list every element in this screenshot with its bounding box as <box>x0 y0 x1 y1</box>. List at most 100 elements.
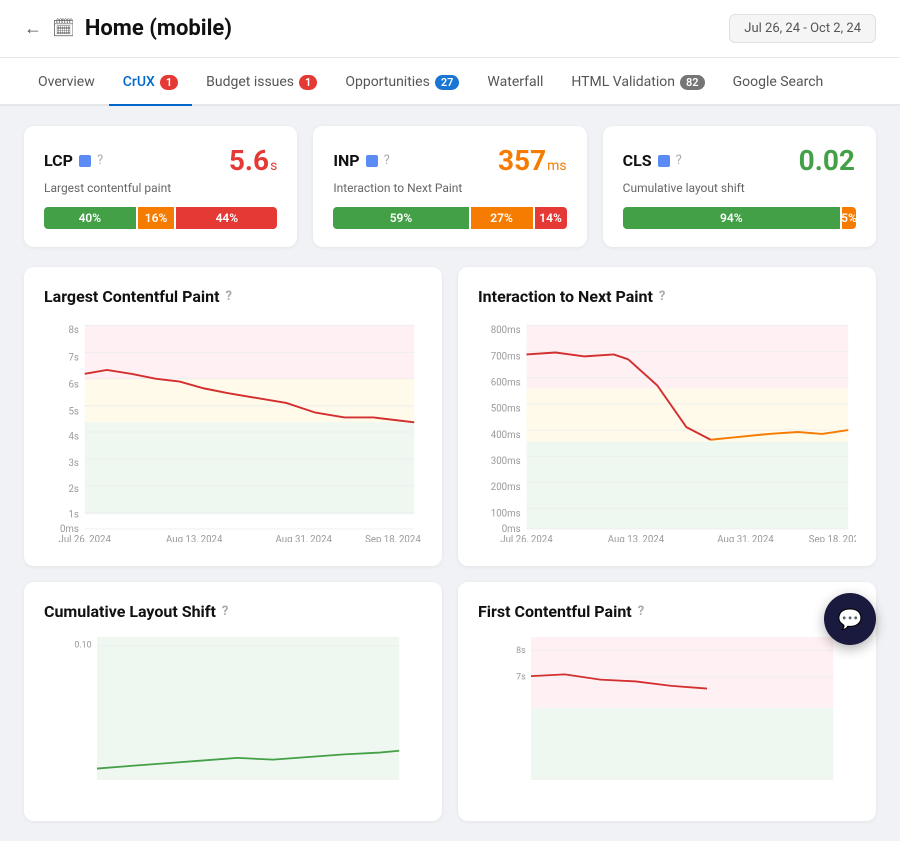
svg-text:1s: 1s <box>68 509 78 520</box>
svg-text:2s: 2s <box>68 484 78 495</box>
nav-badge: 1 <box>160 75 178 90</box>
metric-sublabel: Cumulative layout shift <box>623 181 856 195</box>
nav-label: Google Search <box>733 74 824 90</box>
svg-text:Jul 26, 2024: Jul 26, 2024 <box>58 534 111 542</box>
progress-seg-green: 40% <box>44 207 136 229</box>
metric-progress-bar: 40%16%44% <box>44 207 277 229</box>
chart-title-lcp: Largest Contentful Paint ? <box>44 287 422 306</box>
svg-text:300ms: 300ms <box>491 456 521 467</box>
metric-label-row: CLS ? <box>623 151 682 170</box>
metric-unit: ms <box>547 158 567 174</box>
metric-help-icon[interactable]: ? <box>384 153 390 168</box>
nav-item-budget-issues[interactable]: Budget issues 1 <box>192 58 331 106</box>
svg-text:3s: 3s <box>68 458 78 469</box>
chart-title-inp: Interaction to Next Paint ? <box>478 287 856 306</box>
metric-progress-bar: 59%27%14% <box>333 207 566 229</box>
metric-sublabel: Interaction to Next Paint <box>333 181 566 195</box>
svg-text:700ms: 700ms <box>491 351 521 362</box>
metric-label: CLS <box>623 151 652 170</box>
svg-text:400ms: 400ms <box>491 430 521 441</box>
calendar-icon: 🗓 <box>52 18 75 39</box>
inp-chart: 800ms 700ms 600ms 500ms 400ms 300ms 200m… <box>478 322 856 546</box>
svg-text:4s: 4s <box>68 432 78 443</box>
main-content: LCP ? 5.6s Largest contentful paint 40%1… <box>0 106 900 841</box>
progress-seg-green: 59% <box>333 207 468 229</box>
nav-item-google-search[interactable]: Google Search <box>719 58 838 106</box>
metric-color-icon <box>366 155 378 167</box>
svg-text:600ms: 600ms <box>491 377 521 388</box>
metric-help-icon[interactable]: ? <box>676 153 682 168</box>
svg-text:8s: 8s <box>68 325 78 336</box>
progress-seg-orange: 27% <box>471 207 533 229</box>
chat-fab[interactable]: 💬 <box>824 593 876 645</box>
back-button[interactable]: ← <box>24 18 42 39</box>
chart-title-fcp: First Contentful Paint ? <box>478 602 856 621</box>
svg-text:Sep 18, 2024: Sep 18, 2024 <box>809 534 856 542</box>
metric-sublabel: Largest contentful paint <box>44 181 277 195</box>
nav-label: Waterfall <box>487 74 543 90</box>
progress-seg-red: 14% <box>535 207 567 229</box>
nav-badge: 27 <box>435 75 460 90</box>
chart-card-fcp: First Contentful Paint ? 8s 7s <box>458 582 876 821</box>
metric-label-row: INP ? <box>333 151 389 170</box>
chart-card-inp: Interaction to Next Paint ? 800ms 700ms … <box>458 267 876 566</box>
svg-text:7s: 7s <box>68 352 78 363</box>
chart-card-cls: Cumulative Layout Shift ? 0.10 <box>24 582 442 821</box>
nav-item-html-validation[interactable]: HTML Validation82 <box>557 58 718 106</box>
progress-seg-orange: 5% <box>842 207 856 229</box>
inp-help-icon[interactable]: ? <box>659 289 665 304</box>
metric-value: 0.02 <box>799 144 856 177</box>
metric-label-row: LCP ? <box>44 151 103 170</box>
nav-item-opportunities[interactable]: Opportunities 27 <box>331 58 473 106</box>
metric-card-inp: INP ? 357ms Interaction to Next Paint 59… <box>313 126 586 247</box>
nav-item-waterfall[interactable]: Waterfall <box>473 58 557 106</box>
svg-text:100ms: 100ms <box>491 508 521 519</box>
svg-text:Aug 13, 2024: Aug 13, 2024 <box>166 534 223 542</box>
metric-label: LCP <box>44 151 73 170</box>
metric-value: 5.6s <box>229 144 277 177</box>
metric-card-cls: CLS ? 0.02 Cumulative layout shift 94%5% <box>603 126 876 247</box>
nav-label: Overview <box>38 74 95 90</box>
cls-help-icon[interactable]: ? <box>222 604 228 619</box>
svg-text:Aug 31, 2024: Aug 31, 2024 <box>276 534 333 542</box>
svg-text:500ms: 500ms <box>491 404 521 415</box>
chart-card-lcp: Largest Contentful Paint ? 8s 7s 6s 5s 4… <box>24 267 442 566</box>
svg-text:0ms: 0ms <box>60 524 79 535</box>
svg-text:Sep 18, 2024: Sep 18, 2024 <box>365 534 421 542</box>
progress-seg-orange: 16% <box>138 207 175 229</box>
header: ← 🗓 Home (mobile) Jul 26, 24 - Oct 2, 24 <box>0 0 900 58</box>
metric-help-icon[interactable]: ? <box>97 153 103 168</box>
header-left: ← 🗓 Home (mobile) <box>24 16 232 41</box>
page-title: Home (mobile) <box>85 16 232 41</box>
metric-header: CLS ? 0.02 <box>623 144 856 177</box>
progress-seg-green: 94% <box>623 207 840 229</box>
lcp-help-icon[interactable]: ? <box>226 289 232 304</box>
metric-label: INP <box>333 151 359 170</box>
metric-card-lcp: LCP ? 5.6s Largest contentful paint 40%1… <box>24 126 297 247</box>
metric-value: 357ms <box>498 144 567 177</box>
nav-label: Opportunities <box>345 74 430 90</box>
metric-unit: s <box>270 158 277 174</box>
charts-grid: Largest Contentful Paint ? 8s 7s 6s 5s 4… <box>24 267 876 821</box>
fcp-help-icon[interactable]: ? <box>638 604 644 619</box>
nav-item-crux[interactable]: CrUX1 <box>109 58 192 106</box>
progress-seg-red: 44% <box>176 207 277 229</box>
svg-text:0.10: 0.10 <box>74 641 91 651</box>
chart-title-cls: Cumulative Layout Shift ? <box>44 602 422 621</box>
nav-item-overview[interactable]: Overview <box>24 58 109 106</box>
svg-text:5s: 5s <box>68 407 78 418</box>
date-range[interactable]: Jul 26, 24 - Oct 2, 24 <box>729 14 876 43</box>
metric-header: LCP ? 5.6s <box>44 144 277 177</box>
fcp-chart: 8s 7s <box>478 637 856 801</box>
chat-icon: 💬 <box>838 607 863 631</box>
metric-header: INP ? 357ms <box>333 144 566 177</box>
metric-color-icon <box>79 155 91 167</box>
svg-text:6s: 6s <box>68 379 78 390</box>
cls-chart: 0.10 <box>44 637 422 801</box>
nav-label: Budget issues <box>206 74 294 90</box>
nav-badge: 1 <box>299 75 317 90</box>
lcp-chart: 8s 7s 6s 5s 4s 3s 2s 1s 0ms <box>44 322 422 546</box>
svg-text:800ms: 800ms <box>491 325 521 336</box>
nav-label: HTML Validation <box>571 74 675 90</box>
svg-text:Jul 26, 2024: Jul 26, 2024 <box>500 534 553 542</box>
